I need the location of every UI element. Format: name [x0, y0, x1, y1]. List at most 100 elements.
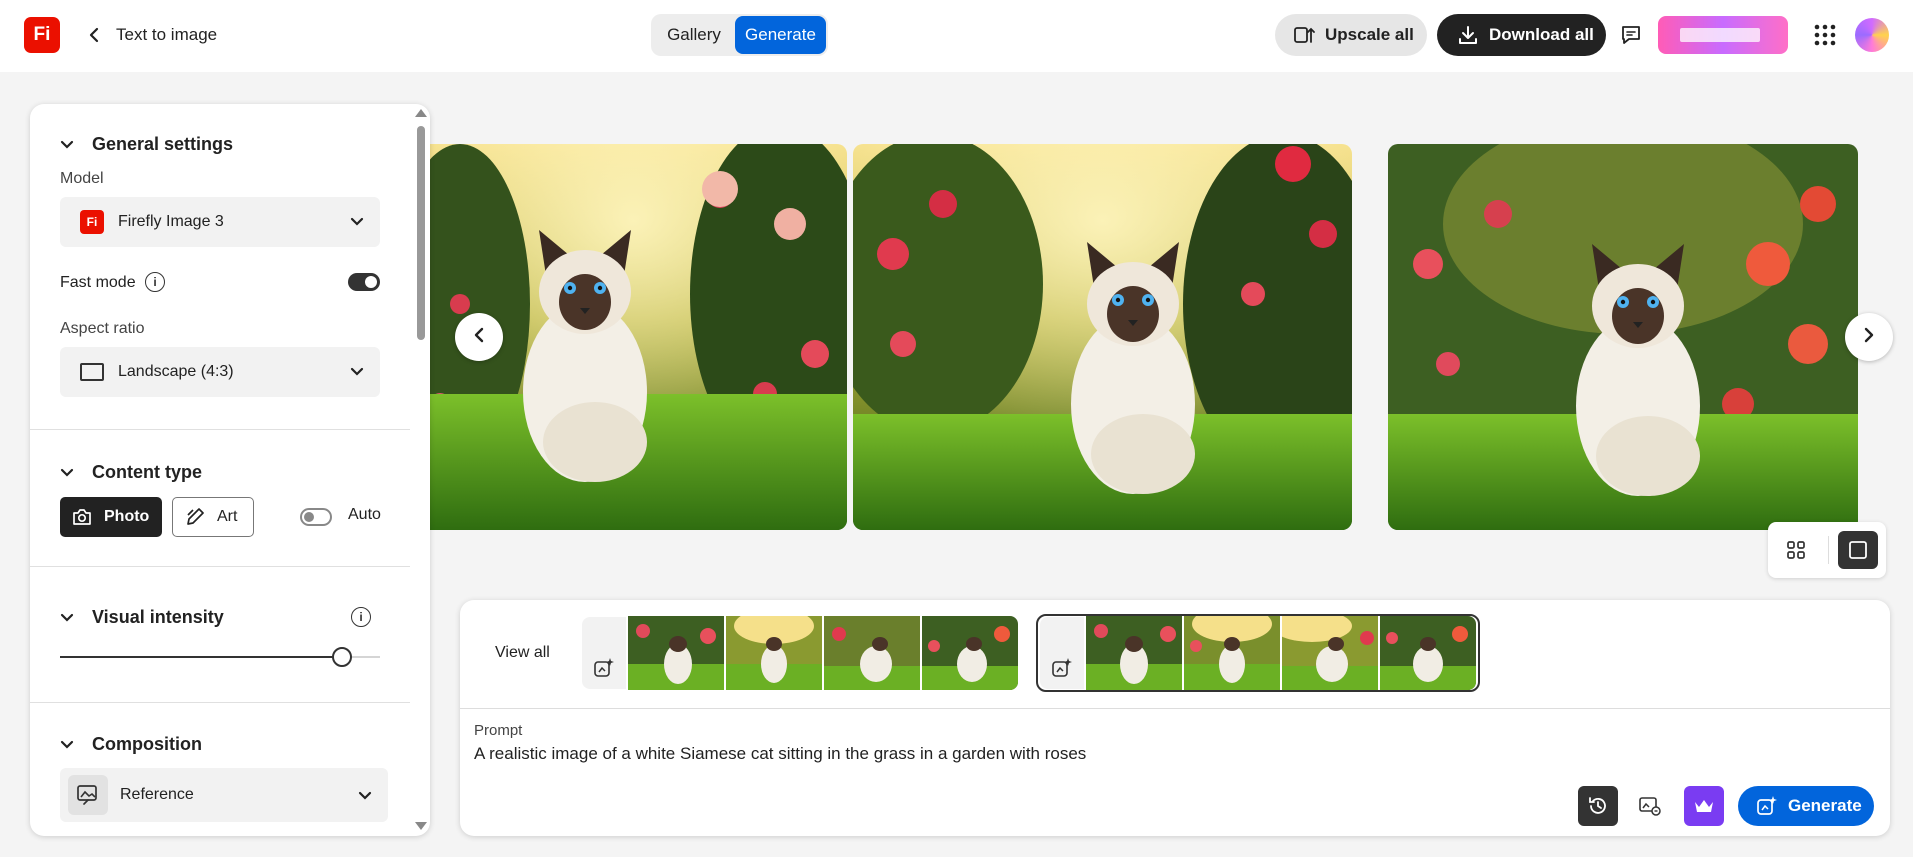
- chevron-down-icon: [60, 613, 76, 623]
- content-type-photo-button[interactable]: Photo: [60, 497, 162, 537]
- prompt-panel: View all Prompt A realistic image of a w…: [460, 600, 1890, 836]
- info-icon[interactable]: i: [145, 272, 165, 292]
- history-thumbnail[interactable]: [1282, 616, 1378, 690]
- history-icon[interactable]: [1578, 786, 1618, 826]
- back-chevron-icon[interactable]: [82, 22, 106, 48]
- view-toggle: [1768, 522, 1886, 578]
- model-label: Model: [60, 170, 104, 187]
- download-all-button[interactable]: Download all: [1437, 14, 1606, 56]
- tab-gallery[interactable]: Gallery: [653, 16, 735, 54]
- history-thumbnail[interactable]: [922, 616, 1018, 690]
- model-value: Firefly Image 3: [118, 213, 224, 230]
- view-all-link[interactable]: View all: [495, 644, 550, 662]
- prompt-label: Prompt: [474, 722, 523, 739]
- generate-sparkle-icon: [1756, 795, 1778, 817]
- general-settings-header[interactable]: General settings: [60, 134, 233, 155]
- fast-mode-label: Fast mode: [60, 274, 136, 291]
- prompt-input[interactable]: A realistic image of a white Siamese cat…: [474, 744, 1086, 764]
- history-thumbnail[interactable]: [726, 616, 822, 690]
- crown-icon[interactable]: [1684, 786, 1724, 826]
- tab-generate[interactable]: Generate: [735, 16, 826, 54]
- history-thumbnail[interactable]: [1380, 616, 1476, 690]
- avatar[interactable]: [1855, 18, 1889, 52]
- chevron-left-icon: [473, 327, 485, 348]
- chevron-down-icon: [350, 364, 364, 382]
- aspect-ratio-icon: [80, 363, 104, 381]
- generate-button[interactable]: Generate: [1738, 786, 1874, 826]
- aspect-ratio-dropdown[interactable]: Landscape (4:3): [60, 347, 380, 397]
- style-reference-icon[interactable]: [1630, 786, 1670, 826]
- feedback-icon[interactable]: [1618, 22, 1644, 48]
- general-settings-title: General settings: [92, 134, 234, 154]
- history-thumbnail[interactable]: [1086, 616, 1182, 690]
- composition-header[interactable]: Composition: [60, 734, 202, 755]
- mode-switch: Gallery Generate: [651, 14, 828, 56]
- aspect-ratio-value: Landscape (4:3): [118, 363, 234, 380]
- generate-sparkle-icon: [582, 617, 626, 689]
- aspect-ratio-label: Aspect ratio: [60, 320, 145, 337]
- grid-view-icon[interactable]: [1776, 531, 1816, 569]
- photo-label: Photo: [104, 508, 150, 525]
- carousel-next-button[interactable]: [1845, 313, 1893, 361]
- history-thumbnail[interactable]: [1184, 616, 1280, 690]
- firefly-logo[interactable]: Fi: [24, 17, 60, 53]
- chevron-down-icon: [60, 740, 76, 750]
- download-all-label: Download all: [1489, 25, 1594, 44]
- chevron-down-icon: [350, 214, 364, 232]
- section-divider: [30, 429, 410, 430]
- promo-label-blur: [1680, 28, 1760, 42]
- composition-title: Composition: [92, 734, 202, 754]
- page-title: Text to image: [116, 25, 218, 44]
- info-icon[interactable]: i: [351, 607, 371, 627]
- visual-intensity-slider[interactable]: [60, 647, 380, 667]
- section-divider: [30, 702, 410, 703]
- section-divider: [30, 566, 410, 567]
- scroll-thumb[interactable]: [417, 126, 425, 340]
- slider-fill: [60, 656, 342, 658]
- history-thumbnail[interactable]: [628, 616, 724, 690]
- history-thumbnail[interactable]: [824, 616, 920, 690]
- auto-label: Auto: [348, 506, 381, 523]
- generated-image-2[interactable]: [853, 144, 1352, 530]
- download-icon: [1457, 24, 1479, 46]
- image-carousel: [430, 144, 1913, 530]
- visual-intensity-title: Visual intensity: [92, 607, 224, 627]
- settings-panel: General settings Model Fi Firefly Image …: [30, 104, 430, 836]
- reference-image-icon: [68, 775, 108, 815]
- visual-intensity-header[interactable]: Visual intensity: [60, 607, 224, 628]
- prompt-divider: [460, 708, 1890, 709]
- model-dropdown[interactable]: Fi Firefly Image 3: [60, 197, 380, 247]
- scroll-down-arrow[interactable]: [415, 822, 427, 830]
- generate-label: Generate: [1788, 796, 1862, 815]
- reference-dropdown[interactable]: Reference: [60, 768, 388, 822]
- fast-mode-toggle[interactable]: [348, 273, 380, 291]
- single-view-icon[interactable]: [1838, 531, 1878, 569]
- generation-history-strip-1[interactable]: [582, 614, 1018, 692]
- model-badge: Fi: [80, 210, 104, 234]
- carousel-prev-button[interactable]: [455, 313, 503, 361]
- upscale-all-label: Upscale all: [1325, 25, 1414, 44]
- view-toggle-divider: [1828, 536, 1829, 564]
- brush-icon: [185, 507, 205, 527]
- chevron-down-icon: [60, 468, 76, 478]
- panel-scrollbar[interactable]: [410, 104, 430, 836]
- top-bar: Fi Text to image Gallery Generate Upscal…: [0, 0, 1913, 72]
- upscale-all-button[interactable]: Upscale all: [1275, 14, 1427, 56]
- generated-image-3[interactable]: [1388, 144, 1858, 530]
- upscale-icon: [1293, 24, 1315, 46]
- camera-icon: [72, 508, 92, 526]
- promo-button[interactable]: [1658, 16, 1788, 54]
- generate-sparkle-icon: [1040, 617, 1084, 689]
- content-type-art-button[interactable]: Art: [172, 497, 254, 537]
- auto-toggle[interactable]: [300, 508, 332, 526]
- content-type-header[interactable]: Content type: [60, 462, 202, 483]
- art-label: Art: [217, 508, 238, 525]
- chevron-down-icon: [358, 788, 372, 806]
- generation-history-strip-2[interactable]: [1036, 614, 1480, 692]
- slider-thumb[interactable]: [332, 647, 352, 667]
- chevron-down-icon: [60, 140, 76, 150]
- reference-label: Reference: [120, 786, 194, 803]
- scroll-up-arrow[interactable]: [415, 109, 427, 117]
- chevron-right-icon: [1863, 327, 1875, 348]
- apps-grid-icon[interactable]: [1812, 22, 1838, 48]
